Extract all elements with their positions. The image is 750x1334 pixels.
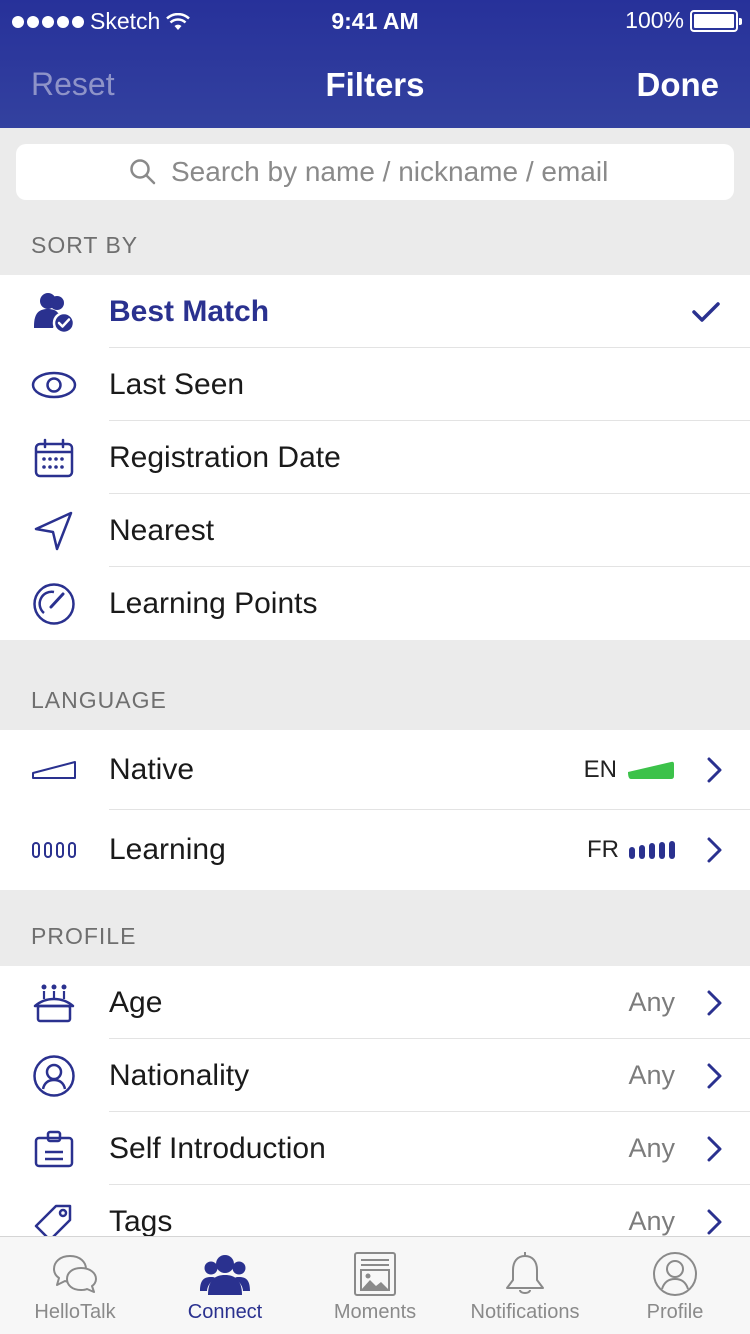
- sort-options: Best Match Last Seen Registration Date N…: [0, 275, 750, 640]
- language-options: Native EN Learning FR: [0, 730, 750, 890]
- calendar-icon: [30, 434, 78, 482]
- people-icon: [200, 1255, 250, 1295]
- profile-row-value: Any: [628, 1206, 675, 1236]
- tab-profile[interactable]: Profile: [600, 1237, 750, 1334]
- gauge-icon: [30, 580, 78, 628]
- learning-language-value: FR: [587, 836, 675, 864]
- chevron-right-icon: [707, 1209, 722, 1234]
- language-row-label: Learning: [109, 833, 226, 866]
- chat-bubbles-icon: [53, 1255, 97, 1293]
- tab-label: Notifications: [470, 1301, 580, 1323]
- sort-option-learning-points[interactable]: Learning Points: [0, 567, 750, 640]
- bell-icon: [506, 1252, 544, 1294]
- battery-group: 100%: [625, 7, 742, 34]
- native-language-value: EN: [584, 756, 675, 784]
- people-check-icon: [30, 288, 78, 336]
- learning-language-code: FR: [587, 836, 619, 863]
- chevron-right-icon: [707, 757, 722, 783]
- status-bar: Sketch 9:41 AM 100%: [0, 0, 750, 40]
- sort-option-label: Nearest: [109, 513, 215, 547]
- chevron-right-icon: [707, 837, 722, 863]
- tab-label: Moments: [333, 1301, 417, 1323]
- eye-icon: [30, 361, 78, 409]
- learning-level-bars: [629, 841, 675, 859]
- sort-option-registration-date[interactable]: Registration Date: [0, 421, 750, 494]
- battery-percent: 100%: [625, 7, 684, 33]
- profile-self-introduction-row[interactable]: Self Introduction Any: [0, 1112, 750, 1185]
- tab-label: Connect: [187, 1301, 263, 1323]
- sort-by-header: SORT BY: [31, 232, 139, 258]
- search-bar[interactable]: [16, 144, 734, 200]
- sort-option-label: Best Match: [109, 294, 270, 328]
- sort-option-last-seen[interactable]: Last Seen: [0, 348, 750, 421]
- profile-row-value: Any: [628, 987, 675, 1017]
- profile-tags-row[interactable]: Tags Any: [0, 1185, 750, 1236]
- done-button[interactable]: Done: [637, 66, 720, 104]
- profile-icon: [653, 1252, 697, 1296]
- cake-icon: [30, 979, 78, 1027]
- tab-hellotalk[interactable]: HelloTalk: [0, 1237, 150, 1334]
- profile-row-label: Self Introduction: [109, 1131, 326, 1165]
- language-native-row[interactable]: Native EN: [0, 730, 750, 810]
- tab-label: Profile: [646, 1301, 704, 1323]
- sort-option-label: Last Seen: [109, 367, 245, 401]
- learning-level-icon: [30, 826, 78, 874]
- language-learning-row[interactable]: Learning FR: [0, 810, 750, 890]
- profile-row-label: Nationality: [109, 1058, 250, 1092]
- native-level-bar: [628, 761, 674, 779]
- profile-row-value: Any: [628, 1133, 675, 1163]
- tab-bar: HelloTalk Connect Moments Notifications …: [0, 1236, 750, 1334]
- sort-option-label: Registration Date: [109, 440, 341, 474]
- chevron-right-icon: [707, 990, 722, 1015]
- person-circle-icon: [30, 1052, 78, 1100]
- tab-connect[interactable]: Connect: [150, 1237, 300, 1334]
- search-icon: [130, 159, 156, 185]
- reset-button[interactable]: Reset: [31, 66, 115, 103]
- chevron-right-icon: [707, 1136, 722, 1161]
- moments-icon: [354, 1252, 396, 1296]
- profile-age-row[interactable]: Age Any: [0, 966, 750, 1039]
- tab-notifications[interactable]: Notifications: [450, 1237, 600, 1334]
- native-level-icon: [30, 746, 78, 794]
- sort-option-label: Learning Points: [109, 586, 318, 620]
- profile-header: PROFILE: [31, 923, 137, 949]
- language-row-label: Native: [109, 753, 195, 786]
- profile-row-label: Age: [109, 985, 163, 1019]
- sort-option-nearest[interactable]: Nearest: [0, 494, 750, 567]
- tab-label: HelloTalk: [34, 1301, 116, 1323]
- navigation-header: Sketch 9:41 AM 100% Reset Filters Done: [0, 0, 750, 128]
- sort-option-best-match[interactable]: Best Match: [0, 275, 750, 348]
- tag-icon: [30, 1198, 78, 1236]
- navigation-arrow-icon: [30, 507, 78, 555]
- search-input[interactable]: [171, 156, 621, 188]
- profile-row-label: Tags: [109, 1204, 173, 1237]
- battery-icon: [690, 9, 742, 32]
- language-header: LANGUAGE: [31, 687, 167, 713]
- checkmark-icon: [692, 301, 720, 322]
- tab-moments[interactable]: Moments: [300, 1237, 450, 1334]
- profile-nationality-row[interactable]: Nationality Any: [0, 1039, 750, 1112]
- profile-row-value: Any: [628, 1060, 675, 1090]
- badge-icon: [30, 1125, 78, 1173]
- search-area: [0, 128, 750, 216]
- native-language-code: EN: [583, 756, 617, 783]
- chevron-right-icon: [707, 1063, 722, 1088]
- nav-bar: Reset Filters Done: [0, 60, 750, 110]
- profile-options: Age Any Nationality Any Self Introductio…: [0, 966, 750, 1236]
